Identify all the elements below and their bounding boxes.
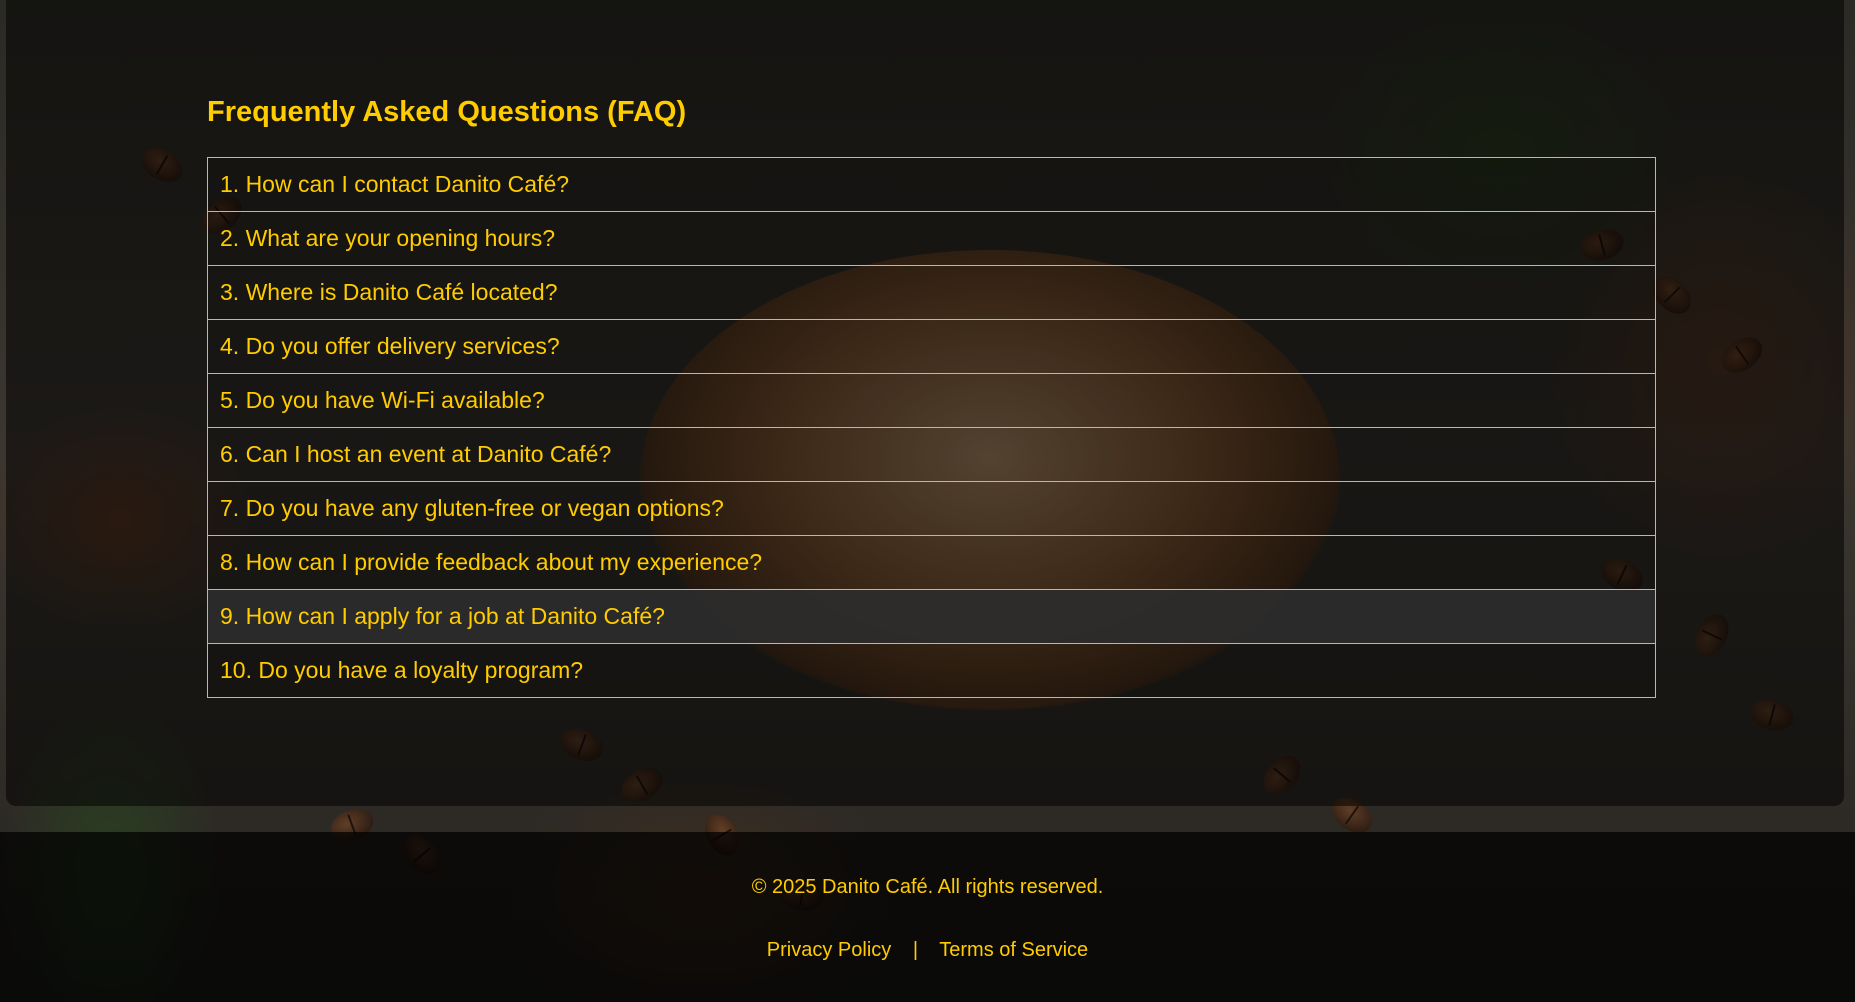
privacy-policy-link[interactable]: Privacy Policy [767, 939, 891, 961]
faq-question-item[interactable]: 1. How can I contact Danito Café? [207, 157, 1656, 212]
footer-separator: | [912, 939, 919, 961]
faq-list: 1. How can I contact Danito Café? 2. Wha… [207, 157, 1656, 698]
copyright-text: © 2025 Danito Café. All rights reserved. [751, 876, 1104, 898]
footer-links: Privacy Policy | Terms of Service [0, 939, 1855, 962]
faq-question-item[interactable]: 8. How can I provide feedback about my e… [207, 535, 1656, 590]
faq-question-item[interactable]: 4. Do you offer delivery services? [207, 319, 1656, 374]
site-footer: © 2025 Danito Café. All rights reserved.… [0, 832, 1855, 1002]
faq-question-item[interactable]: 5. Do you have Wi-Fi available? [207, 373, 1656, 428]
main-content-panel: Frequently Asked Questions (FAQ) 1. How … [6, 0, 1844, 806]
faq-question-item[interactable]: 10. Do you have a loyalty program? [207, 643, 1656, 698]
faq-question-item[interactable]: 6. Can I host an event at Danito Café? [207, 427, 1656, 482]
faq-question-item[interactable]: 9. How can I apply for a job at Danito C… [207, 589, 1656, 644]
faq-question-item[interactable]: 3. Where is Danito Café located? [207, 265, 1656, 320]
faq-title: Frequently Asked Questions (FAQ) [207, 96, 687, 128]
faq-question-item[interactable]: 2. What are your opening hours? [207, 211, 1656, 266]
faq-question-item[interactable]: 7. Do you have any gluten-free or vegan … [207, 481, 1656, 536]
terms-of-service-link[interactable]: Terms of Service [939, 939, 1088, 961]
